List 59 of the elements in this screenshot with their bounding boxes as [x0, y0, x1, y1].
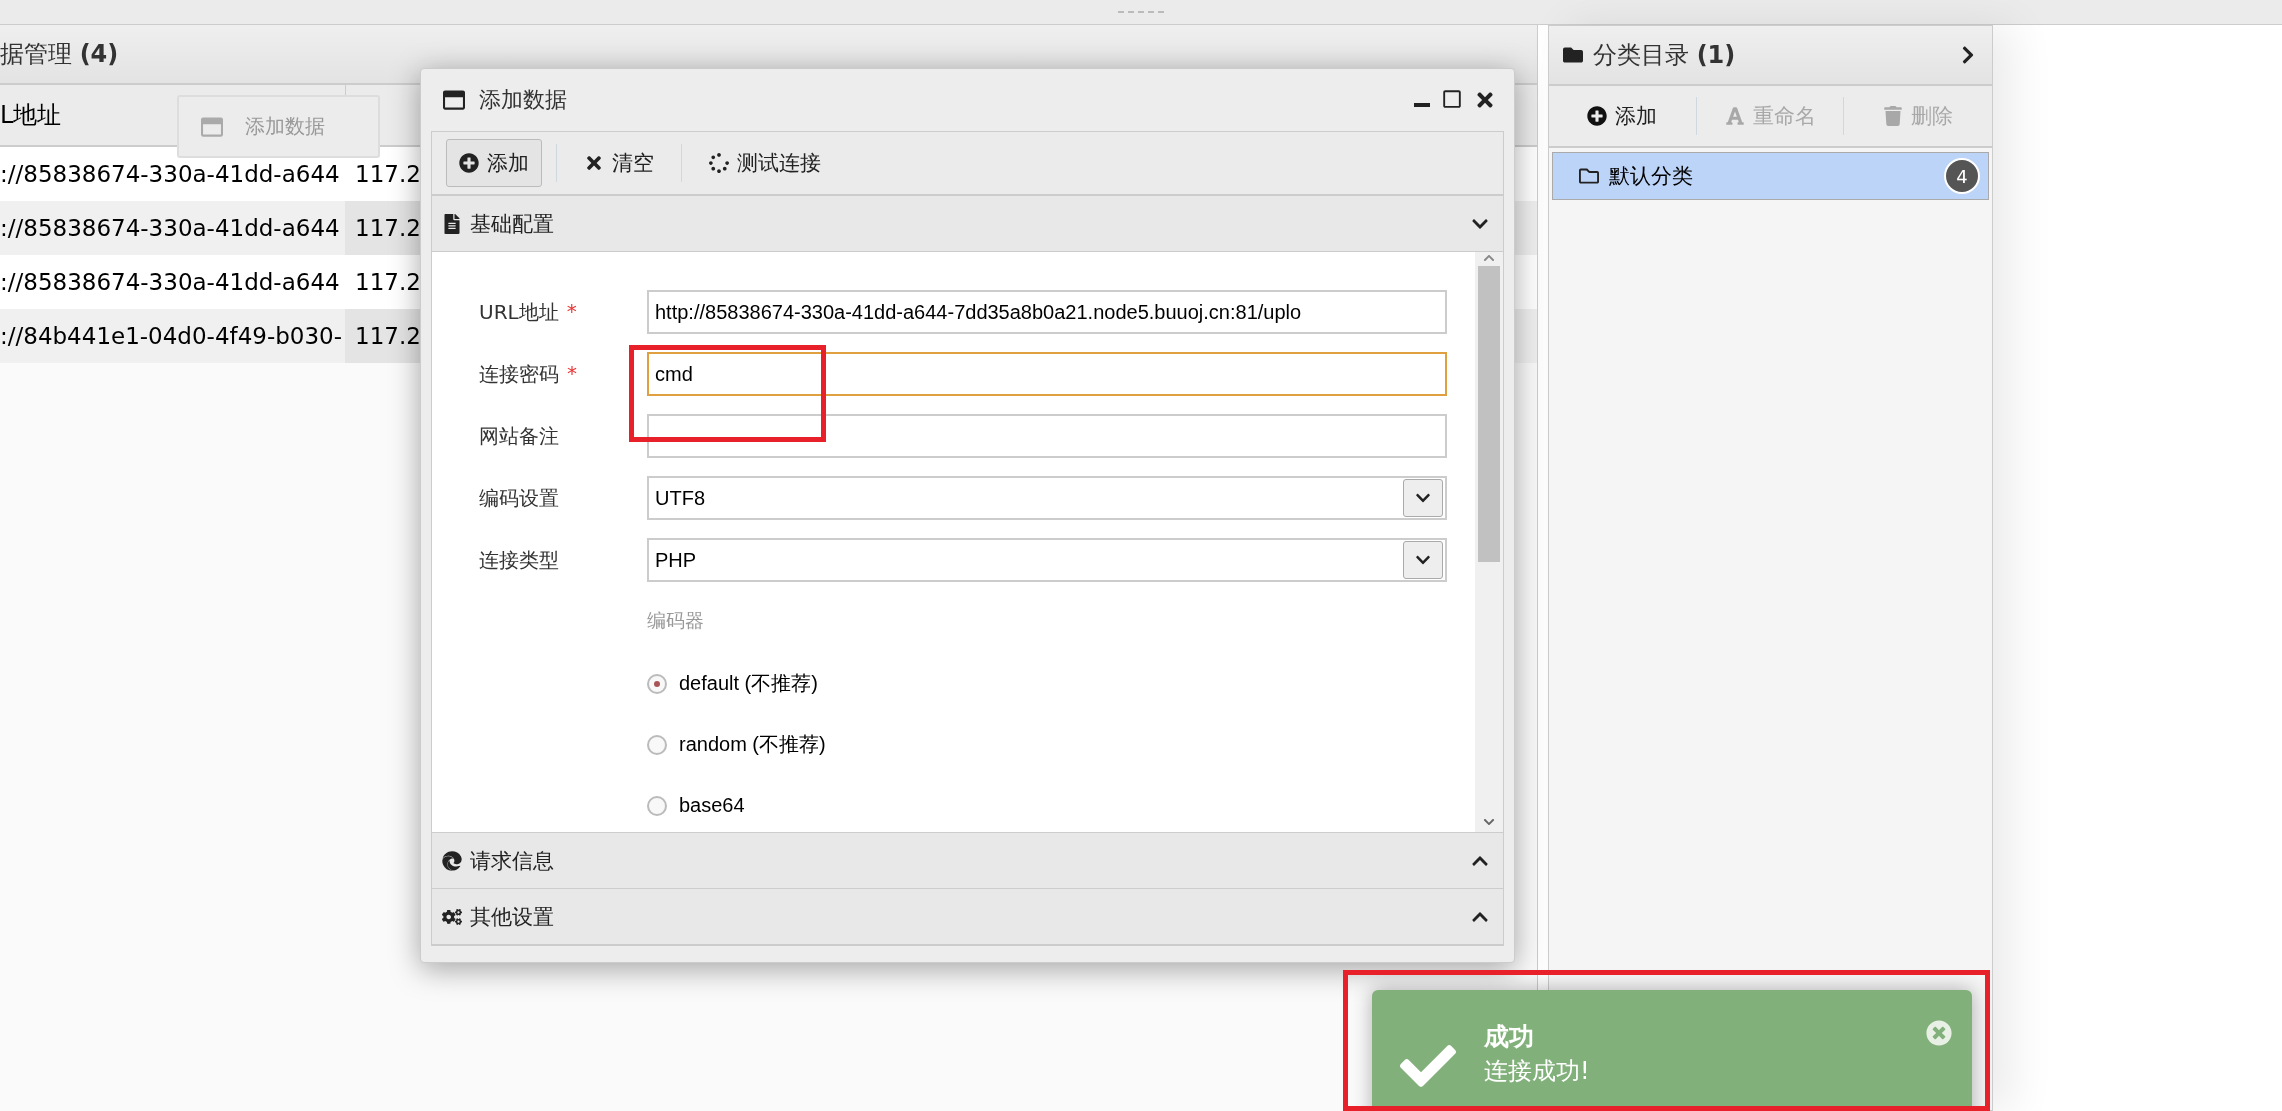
radio-label: random (不推荐) — [679, 732, 826, 757]
section-header[interactable]: 其他设置 — [432, 889, 1503, 945]
table-cell-text: ://85838674-330a-41dd-a644 — [0, 268, 341, 297]
field-label: 编码设置 — [479, 484, 560, 512]
folder-icon — [1579, 166, 1599, 186]
toolbar-button[interactable]: 添加 — [1549, 97, 1697, 135]
category-label: 默认分类 — [1609, 163, 1694, 190]
maximize-icon — [1442, 89, 1462, 111]
toolbar-button[interactable]: 清空 — [571, 139, 667, 187]
radio-label: base64 — [679, 794, 745, 817]
settings-icon — [442, 906, 462, 927]
folder-icon — [1563, 45, 1583, 65]
table-cell-text: ://85838674-330a-41dd-a644 — [0, 160, 341, 189]
scroll-down-icon[interactable] — [1483, 816, 1495, 828]
table-cell-text: 117.2 — [354, 160, 422, 189]
field-label: 网站备注 — [479, 422, 560, 450]
input-field[interactable] — [647, 414, 1447, 458]
toolbar-button[interactable]: 添加 — [446, 139, 542, 187]
input-field[interactable]: cmd — [647, 352, 1447, 396]
close-icon — [584, 153, 604, 173]
section-header[interactable]: 请求信息 — [432, 833, 1503, 889]
count-badge: 4 — [1944, 158, 1980, 194]
table-cell-text: 117.2 — [354, 268, 422, 297]
required-mark: * — [567, 360, 577, 387]
panel-title: 分类目录 (1) — [1593, 40, 1737, 71]
field-label: URL地址 * — [479, 298, 578, 326]
window-icon — [443, 89, 465, 111]
table-cell-text: ://85838674-330a-41dd-a644 — [0, 214, 341, 243]
group-label: 编码器 — [647, 608, 705, 633]
radio-button[interactable] — [647, 673, 667, 694]
toast-title: 成功 — [1484, 1021, 1535, 1053]
input-field[interactable]: http://85838674-330a-41dd-a644-7dd35a8b0a21.node5.buuoj.cn:81/uplo — [647, 290, 1447, 334]
document-icon — [442, 213, 462, 234]
toast-message: 连接成功! — [1484, 1056, 1591, 1087]
required-mark: * — [566, 298, 577, 325]
toolbar-button[interactable]: 测试连接 — [696, 139, 834, 187]
letter-a-icon — [1724, 106, 1745, 126]
select-field[interactable]: PHP — [647, 538, 1447, 582]
scroll-up-icon[interactable] — [1483, 252, 1495, 264]
splitter-handle[interactable] — [1118, 11, 1164, 13]
section-header[interactable]: 基础配置 — [432, 196, 1503, 252]
scrollbar[interactable] — [1475, 252, 1503, 832]
radio-button[interactable] — [647, 795, 667, 816]
tab-title: 添加数据 — [245, 113, 325, 140]
radio-label: default (不推荐) — [679, 671, 818, 696]
field-label: 连接类型 — [479, 546, 560, 574]
close-icon[interactable] — [1926, 1020, 1952, 1046]
browser-e-icon — [442, 850, 462, 871]
column-header[interactable]: L地址 — [0, 99, 62, 131]
window-title: 添加数据 — [479, 86, 567, 114]
field-label: 连接密码 * — [479, 360, 578, 388]
window-icon — [201, 115, 223, 138]
category-item[interactable]: 默认分类 4 — [1552, 152, 1989, 200]
table-cell-text: ://84b441e1-04d0-4f49-b030- — [0, 322, 343, 351]
spinner-icon — [709, 153, 729, 173]
panel-title: 据管理 (4) — [0, 39, 120, 70]
radio-button[interactable] — [647, 734, 667, 755]
select-field[interactable]: UTF8 — [647, 476, 1447, 520]
trash-icon — [1882, 106, 1903, 126]
